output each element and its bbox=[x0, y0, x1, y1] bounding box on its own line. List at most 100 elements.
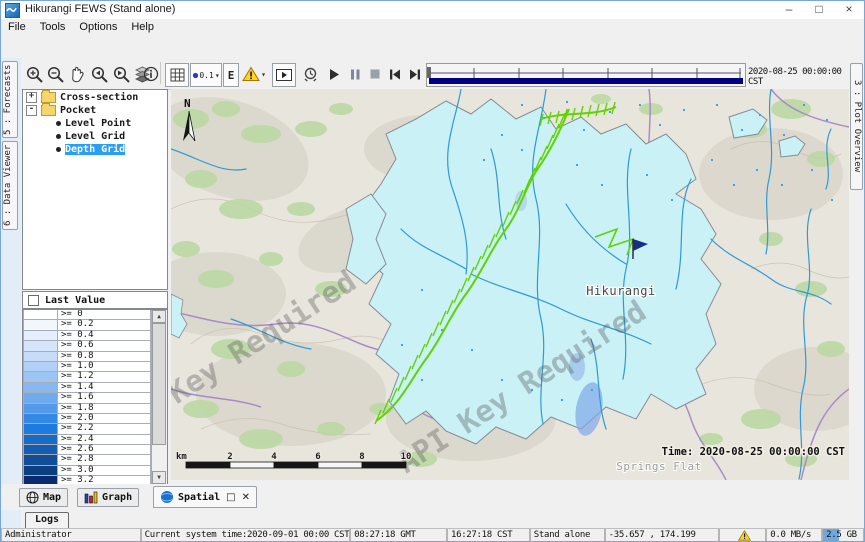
zoom-out-icon[interactable] bbox=[46, 63, 65, 85]
layer-tree: +Cross-section - Pocket Level PointLevel Gr… bbox=[22, 89, 168, 290]
legend-swatch bbox=[23, 466, 58, 476]
application-window: Hikurangi FEWS (Stand alone) – □ × FileT… bbox=[0, 0, 865, 542]
chevron-down-icon: ▾ bbox=[261, 70, 266, 79]
stop-button[interactable] bbox=[369, 63, 381, 85]
legend-swatch bbox=[23, 341, 58, 351]
status-memory: 2.5 GB bbox=[822, 529, 864, 542]
legend-swatch bbox=[23, 435, 58, 445]
status-warning-cell[interactable] bbox=[719, 529, 766, 542]
app-icon bbox=[5, 3, 20, 18]
legend-toggle-icon[interactable]: E bbox=[223, 63, 239, 87]
tab-close-icon[interactable]: ✕ bbox=[242, 492, 250, 503]
tree-item-cross-section[interactable]: +Cross-section bbox=[23, 91, 167, 103]
tree-item-level-grid[interactable]: Level Grid bbox=[23, 130, 167, 142]
legend-swatch bbox=[23, 383, 58, 393]
grid-display-icon[interactable] bbox=[165, 63, 189, 87]
tree-item-label: Pocket bbox=[60, 105, 96, 116]
layer-bullet-icon bbox=[56, 134, 61, 139]
tab-plot-overview[interactable]: 3 : Plot Overview bbox=[850, 63, 863, 190]
toolbar-separator bbox=[160, 62, 161, 84]
svg-text:10: 10 bbox=[401, 452, 412, 462]
next-frame-button[interactable] bbox=[408, 63, 422, 85]
legend-swatch bbox=[23, 424, 58, 434]
svg-text:4: 4 bbox=[271, 452, 277, 462]
expand-icon[interactable]: + bbox=[26, 92, 37, 103]
current-datetime-label: 2020-08-25 00:00:00 CST bbox=[748, 67, 848, 87]
svg-text:km: km bbox=[176, 452, 187, 462]
maximize-button[interactable]: □ bbox=[804, 1, 834, 19]
zoom-previous-icon[interactable] bbox=[90, 63, 109, 85]
previous-frame-button[interactable] bbox=[388, 63, 402, 85]
window-title: Hikurangi FEWS (Stand alone) bbox=[25, 3, 175, 15]
pan-icon[interactable] bbox=[68, 63, 86, 85]
legend-panel: >= 0>= 0.2>= 0.4>= 0.6>= 0.8>= 1.0>= 1.2… bbox=[22, 309, 168, 485]
thresholds-warning-dropdown[interactable]: ▾ bbox=[240, 63, 268, 85]
tree-item-depth-grid[interactable]: Depth Grid bbox=[23, 143, 167, 155]
zoom-next-icon[interactable] bbox=[112, 63, 131, 85]
scroll-up-icon[interactable]: ▲ bbox=[152, 310, 166, 323]
tab-graph[interactable]: Graph bbox=[77, 488, 139, 507]
tree-item-level-point[interactable]: Level Point bbox=[23, 117, 167, 129]
status-local-time: 16:27:18 CST bbox=[447, 529, 530, 542]
legend-list: >= 0>= 0.2>= 0.4>= 0.6>= 0.8>= 1.0>= 1.2… bbox=[23, 310, 151, 484]
layer-bullet-icon bbox=[56, 121, 61, 126]
timeline-extent-bar bbox=[429, 78, 743, 84]
legend-header: Last Value bbox=[22, 291, 168, 309]
legend-swatch bbox=[23, 320, 58, 330]
legend-swatch bbox=[23, 393, 58, 403]
tab-map[interactable]: Map bbox=[19, 488, 68, 507]
status-coordinates: -35.657 , 174.199 bbox=[605, 529, 720, 542]
legend-label: >= 1.6 bbox=[58, 393, 151, 403]
legend-row: >= 0.6 bbox=[23, 341, 151, 351]
legend-swatch bbox=[23, 404, 58, 414]
scrollbar-thumb[interactable] bbox=[152, 323, 166, 445]
export-animation-icon[interactable] bbox=[272, 63, 296, 87]
svg-text:2: 2 bbox=[227, 452, 232, 462]
scroll-down-icon[interactable]: ▼ bbox=[152, 471, 166, 484]
warning-icon bbox=[738, 530, 751, 541]
zoom-in-icon[interactable] bbox=[25, 63, 44, 85]
status-download-rate: 0.0 MB/s bbox=[766, 529, 822, 542]
tab-restore-icon[interactable]: □ bbox=[226, 492, 235, 503]
legend-scrollbar[interactable]: ▲ ▼ bbox=[151, 310, 167, 484]
menu-help[interactable]: Help bbox=[124, 19, 161, 36]
tree-item-label: Depth Grid bbox=[65, 144, 125, 155]
tab-spatial[interactable]: Spatial □ ✕ bbox=[153, 486, 257, 508]
legend-swatch bbox=[23, 372, 58, 382]
close-button[interactable]: × bbox=[834, 1, 864, 19]
tree-item-label: Level Point bbox=[65, 118, 131, 129]
title-bar: Hikurangi FEWS (Stand alone) – □ × bbox=[1, 1, 864, 20]
folder-icon bbox=[41, 105, 56, 116]
info-icon[interactable] bbox=[142, 63, 160, 85]
folder-icon bbox=[41, 92, 56, 103]
legend-swatch bbox=[23, 362, 58, 372]
scale-bar-segments bbox=[186, 462, 406, 468]
map-canvas[interactable]: Hikurangi Springs Flat API Key Required … bbox=[171, 89, 849, 480]
legend-swatch bbox=[23, 331, 58, 341]
animation-interval-icon[interactable] bbox=[301, 63, 320, 85]
tree-item-pocket[interactable]: - Pocket bbox=[23, 104, 167, 116]
threshold-value: 0.1 bbox=[199, 71, 213, 80]
tab-forecasts[interactable]: 5 : Forecasts bbox=[2, 61, 18, 138]
legend-swatch bbox=[23, 352, 58, 362]
place-label-springs-flat: Springs Flat bbox=[616, 460, 701, 473]
collapse-icon[interactable]: - bbox=[26, 105, 37, 116]
last-value-checkbox[interactable] bbox=[28, 295, 39, 306]
main-toolbar: ? bbox=[1, 36, 864, 58]
status-gmt-time: 08:27:18 GMT bbox=[350, 529, 447, 542]
svg-text:N: N bbox=[184, 97, 191, 110]
menu-options[interactable]: Options bbox=[72, 19, 124, 36]
tab-data-viewer[interactable]: 6 : Data Viewer bbox=[2, 141, 18, 230]
legend-swatch bbox=[23, 414, 58, 424]
chevron-down-icon: ▾ bbox=[215, 71, 220, 80]
class-threshold-dropdown[interactable]: 0.1 ▾ bbox=[190, 63, 222, 87]
menu-bar: FileToolsOptionsHelp bbox=[1, 19, 864, 36]
minimize-button[interactable]: – bbox=[774, 1, 804, 19]
menu-tools[interactable]: Tools bbox=[33, 19, 73, 36]
menu-file[interactable]: File bbox=[1, 19, 33, 36]
play-button[interactable] bbox=[328, 63, 340, 85]
timeline-slider[interactable] bbox=[426, 63, 746, 87]
map-view[interactable]: Hikurangi Springs Flat API Key Required … bbox=[171, 89, 849, 480]
timeline-thumb[interactable] bbox=[427, 67, 431, 78]
pause-button[interactable] bbox=[349, 63, 361, 85]
